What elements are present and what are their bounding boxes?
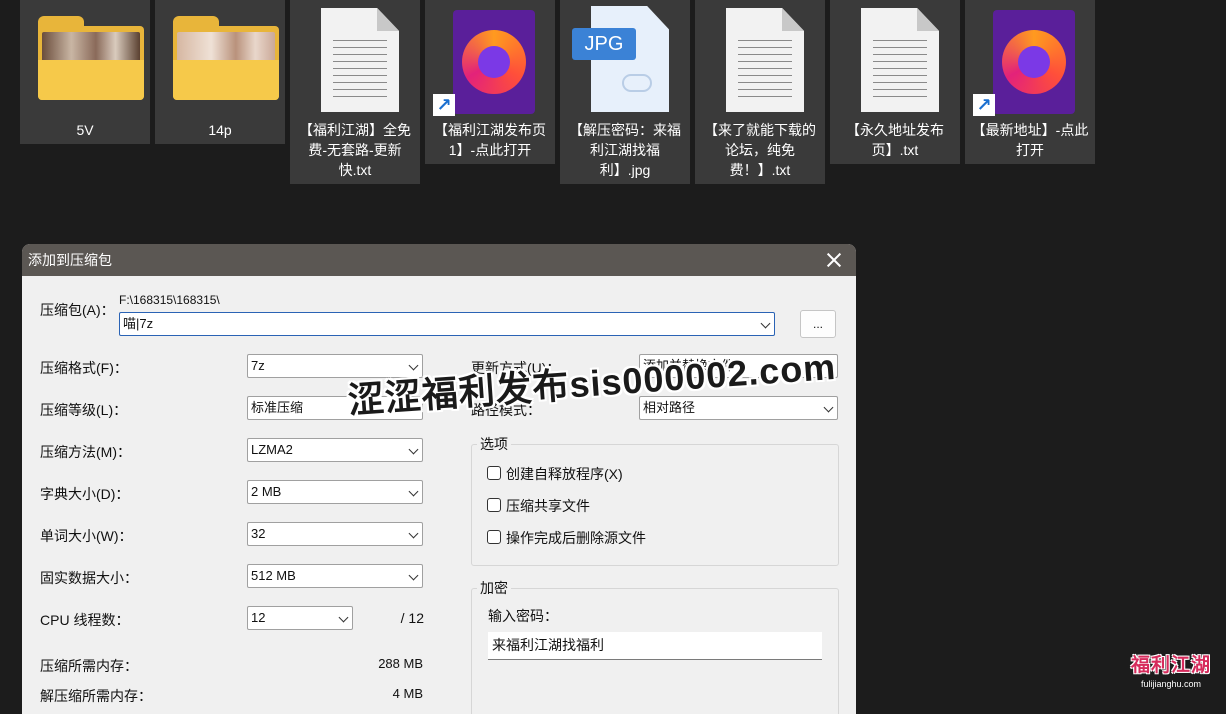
archive-name-value: 喵|7z (123, 316, 154, 331)
firefox-icon (453, 10, 535, 114)
mem-comp-value: 288 MB (378, 656, 423, 671)
mem-decomp-value: 4 MB (392, 686, 423, 701)
level-label: 压缩等级(L)： (40, 402, 128, 418)
shortcut-arrow-icon: ↗ (433, 94, 455, 116)
password-label: 输入密码： (488, 608, 558, 624)
file-shortcut-2[interactable]: ↗ 【最新地址】-点此打开 (965, 0, 1095, 164)
cpu-total: / 12 (400, 610, 424, 626)
archive-path: F:\168315\168315\ (119, 293, 220, 307)
file-shortcut-1[interactable]: ↗ 【福利江湖发布页1】-点此打开 (425, 0, 555, 164)
dict-select[interactable]: 2 MB (247, 480, 423, 504)
archive-name-combo[interactable]: 喵|7z (119, 312, 775, 336)
add-to-archive-dialog: 添加到压缩包 压缩包(A)： F:\168315\168315\ 喵|7z ..… (22, 244, 856, 714)
file-jpg[interactable]: JPG 【解压密码：来福利江湖找福利】.jpg (560, 0, 690, 184)
dialog-titlebar[interactable]: 添加到压缩包 (22, 244, 856, 276)
chevron-down-icon (408, 570, 419, 581)
shared-label: 压缩共享文件 (506, 498, 590, 514)
file-txt-1[interactable]: 【福利江湖】全免费-无套路-更新快.txt (290, 0, 420, 184)
sfx-label: 创建自释放程序(X) (506, 466, 623, 482)
solid-value: 512 MB (251, 568, 296, 583)
file-txt-2[interactable]: 【来了就能下载的论坛，纯免费！】.txt (695, 0, 825, 184)
file-label: 【福利江湖发布页1】-点此打开 (434, 122, 546, 158)
text-file-icon (726, 8, 804, 112)
chevron-down-icon (823, 402, 834, 413)
shared-checkbox[interactable] (487, 498, 501, 512)
cpu-select[interactable]: 12 (247, 606, 353, 630)
text-file-icon (321, 8, 399, 112)
word-value: 32 (251, 526, 266, 541)
password-input[interactable]: 来福利江湖找福利 (488, 632, 822, 660)
format-label: 压缩格式(F)： (40, 360, 128, 376)
jpg-badge: JPG (572, 28, 636, 60)
file-label: 【解压密码：来福利江湖找福利】.jpg (569, 122, 681, 178)
word-select[interactable]: 32 (247, 522, 423, 546)
method-label: 压缩方法(M)： (40, 444, 131, 460)
file-label: 【最新地址】-点此打开 (971, 122, 1089, 158)
chevron-down-icon (408, 528, 419, 539)
dict-value: 2 MB (251, 484, 282, 499)
file-label: 【永久地址发布页】.txt (846, 122, 944, 158)
close-icon[interactable] (824, 250, 844, 270)
folder-5v[interactable]: 5V (20, 0, 150, 144)
mem-decomp-label: 解压缩所需内存： (40, 688, 152, 704)
browse-button[interactable]: ... (800, 310, 836, 338)
site-logo: 福利江湖 fulijianghu.com (1124, 654, 1218, 696)
file-label: 14p (208, 122, 232, 138)
chevron-down-icon (408, 444, 419, 455)
file-label: 【福利江湖】全免费-无套路-更新快.txt (299, 122, 411, 178)
file-txt-3[interactable]: 【永久地址发布页】.txt (830, 0, 960, 164)
archive-label: 压缩包(A)： (40, 302, 115, 318)
method-value: LZMA2 (251, 442, 293, 457)
solid-select[interactable]: 512 MB (247, 564, 423, 588)
word-label: 单词大小(W)： (40, 528, 133, 544)
cpu-value: 12 (251, 610, 266, 625)
chevron-down-icon[interactable] (760, 318, 771, 329)
chevron-down-icon (408, 486, 419, 497)
dialog-title: 添加到压缩包 (28, 252, 112, 268)
logo-sub: fulijianghu.com (1140, 679, 1202, 689)
format-value: 7z (251, 358, 265, 373)
delete-source-checkbox[interactable] (487, 530, 501, 544)
chevron-down-icon (338, 612, 349, 623)
text-file-icon (861, 8, 939, 112)
delete-source-label: 操作完成后删除源文件 (506, 530, 646, 546)
method-select[interactable]: LZMA2 (247, 438, 423, 462)
logo-main: 福利江湖 (1130, 655, 1211, 676)
dict-label: 字典大小(D)： (40, 486, 130, 502)
file-label: 5V (76, 122, 94, 138)
sfx-checkbox[interactable] (487, 466, 501, 480)
mem-comp-label: 压缩所需内存： (40, 658, 138, 674)
shortcut-arrow-icon: ↗ (973, 94, 995, 116)
firefox-icon (993, 10, 1075, 114)
folder-14p[interactable]: 14p (155, 0, 285, 144)
folder-icon (173, 16, 279, 100)
cpu-label: CPU 线程数： (40, 612, 130, 628)
options-title: 选项 (477, 434, 511, 454)
encrypt-title: 加密 (477, 578, 511, 598)
solid-label: 固实数据大小： (40, 570, 138, 586)
folder-icon (38, 16, 144, 100)
file-label: 【来了就能下载的论坛，纯免费！】.txt (704, 122, 816, 178)
image-file-icon: JPG (566, 0, 696, 116)
level-value: 标准压缩 (251, 400, 304, 415)
